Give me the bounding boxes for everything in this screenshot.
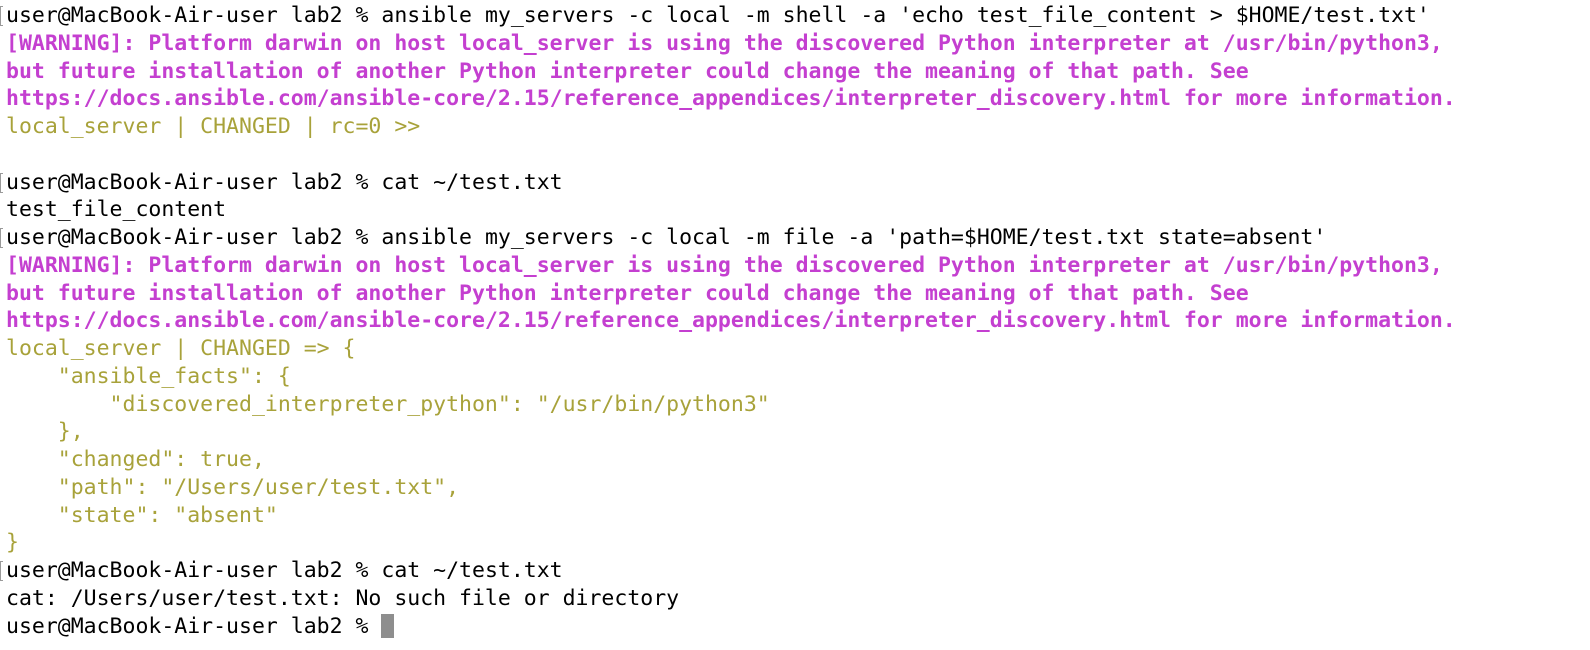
ansible-output-text: local_server | CHANGED => { [6,336,356,361]
ansible-output-text: "discovered_interpreter_python": "/usr/b… [6,391,770,417]
warning-text: but future installation of another Pytho… [6,280,1249,306]
warning-text: https://docs.ansible.com/ansible-core/2.… [6,86,1456,112]
terminal-line: user@MacBook-Air-user lab2 % [6,613,1590,641]
text-cursor [381,613,395,638]
ansible-output-text: "ansible_facts": { [6,363,291,389]
ansible-output-text: "changed": true, [6,447,265,472]
terminal-line: user@MacBook-Air-user lab2 % ansible my_… [6,2,1590,30]
terminal-line: "ansible_facts": { [6,363,1590,391]
terminal-line: [WARNING]: Platform darwin on host local… [6,252,1590,280]
terminal-line: "discovered_interpreter_python": "/usr/b… [6,391,1590,419]
command-mark-bracket [0,228,3,248]
command-text: cat ~/test.txt [381,169,563,195]
terminal-line: but future installation of another Pytho… [6,280,1590,308]
terminal-line: local_server | CHANGED => { [6,335,1590,363]
terminal-line: test_file_content [6,196,1590,224]
terminal-line: user@MacBook-Air-user lab2 % cat ~/test.… [6,557,1590,585]
terminal-line: local_server | CHANGED | rc=0 >> [6,113,1590,141]
terminal-line: "changed": true, [6,446,1590,474]
shell-prompt: user@MacBook-Air-user lab2 % [6,225,382,250]
ansible-output-text: }, [6,419,84,445]
terminal-line: user@MacBook-Air-user lab2 % ansible my_… [6,224,1590,252]
ansible-output-text: } [6,530,19,556]
output-text: test_file_content [6,197,227,223]
terminal-line: [WARNING]: Platform darwin on host local… [6,30,1590,58]
terminal-line: https://docs.ansible.com/ansible-core/2.… [6,85,1590,113]
command-text: ansible my_servers -c local -m file -a '… [381,225,1327,250]
command-mark-bracket [0,561,3,581]
command-text: ansible my_servers -c local -m shell -a … [381,3,1430,28]
warning-text: [WARNING]: Platform darwin on host local… [6,30,1443,56]
ansible-output-text: "state": "absent" [6,502,278,528]
terminal-line: user@MacBook-Air-user lab2 % cat ~/test.… [6,169,1590,197]
command-text: cat ~/test.txt [381,558,563,583]
terminal-line: cat: /Users/user/test.txt: No such file … [6,585,1590,613]
ansible-output-text: local_server | CHANGED | rc=0 >> [6,114,421,139]
shell-prompt: user@MacBook-Air-user lab2 % [6,169,382,195]
terminal-window[interactable]: user@MacBook-Air-user lab2 % ansible my_… [0,0,1590,650]
terminal-line: "state": "absent" [6,502,1590,530]
warning-text: https://docs.ansible.com/ansible-core/2.… [6,308,1456,334]
shell-prompt: user@MacBook-Air-user lab2 % [6,3,382,28]
terminal-line: https://docs.ansible.com/ansible-core/2.… [6,307,1590,335]
shell-prompt: user@MacBook-Air-user lab2 % [6,558,382,583]
warning-text: but future installation of another Pytho… [6,58,1249,84]
output-text: cat: /Users/user/test.txt: No such file … [6,585,680,611]
ansible-output-text: "path": "/Users/user/test.txt", [6,474,460,500]
terminal-line: "path": "/Users/user/test.txt", [6,474,1590,502]
terminal-line: } [6,529,1590,557]
warning-text: [WARNING]: Platform darwin on host local… [6,252,1443,278]
terminal-line: but future installation of another Pytho… [6,58,1590,86]
shell-prompt: user@MacBook-Air-user lab2 % [6,613,382,639]
terminal-line: }, [6,418,1590,446]
command-mark-bracket [0,172,3,193]
command-mark-bracket [0,6,3,26]
